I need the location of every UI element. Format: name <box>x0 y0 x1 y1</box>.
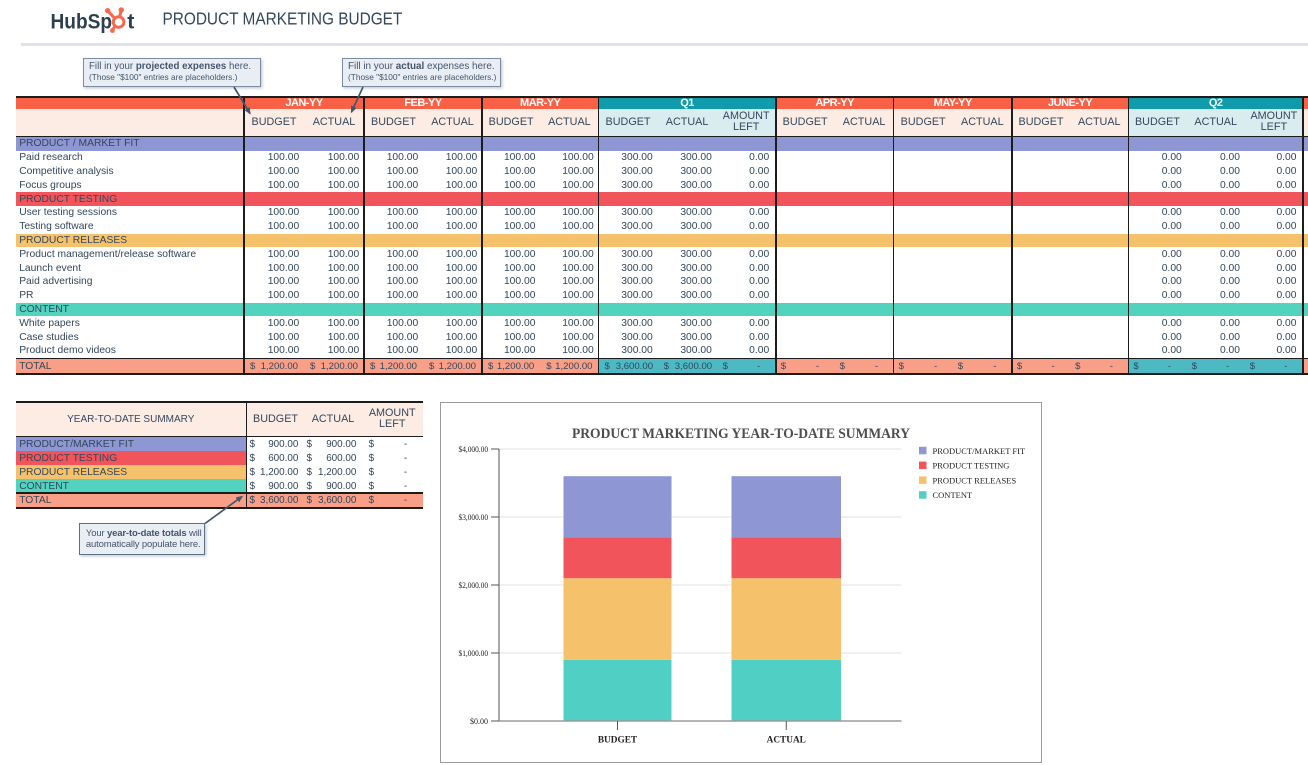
svg-text:$4,000.00: $4,000.00 <box>458 445 488 454</box>
svg-text:PRODUCT/MARKET FIT: PRODUCT/MARKET FIT <box>932 446 1025 456</box>
svg-text:HubSp: HubSp <box>51 9 113 33</box>
svg-text:PRODUCT TESTING: PRODUCT TESTING <box>932 461 1009 471</box>
svg-text:PRODUCT MARKETING BUDGET: PRODUCT MARKETING BUDGET <box>163 9 403 29</box>
svg-text:PRODUCT MARKETING YEAR-TO-DATE: PRODUCT MARKETING YEAR-TO-DATE SUMMARY <box>572 426 910 442</box>
svg-text:$1,000.00: $1,000.00 <box>458 649 488 658</box>
svg-text:CONTENT: CONTENT <box>932 490 972 500</box>
svg-text:BUDGET: BUDGET <box>597 736 637 746</box>
svg-text:t: t <box>127 9 134 33</box>
svg-text:$2,000.00: $2,000.00 <box>458 581 488 590</box>
svg-text:PRODUCT RELEASES: PRODUCT RELEASES <box>932 475 1016 485</box>
svg-text:ACTUAL: ACTUAL <box>766 736 805 746</box>
svg-text:$0.00: $0.00 <box>470 717 488 726</box>
svg-text:$3,000.00: $3,000.00 <box>458 513 488 522</box>
